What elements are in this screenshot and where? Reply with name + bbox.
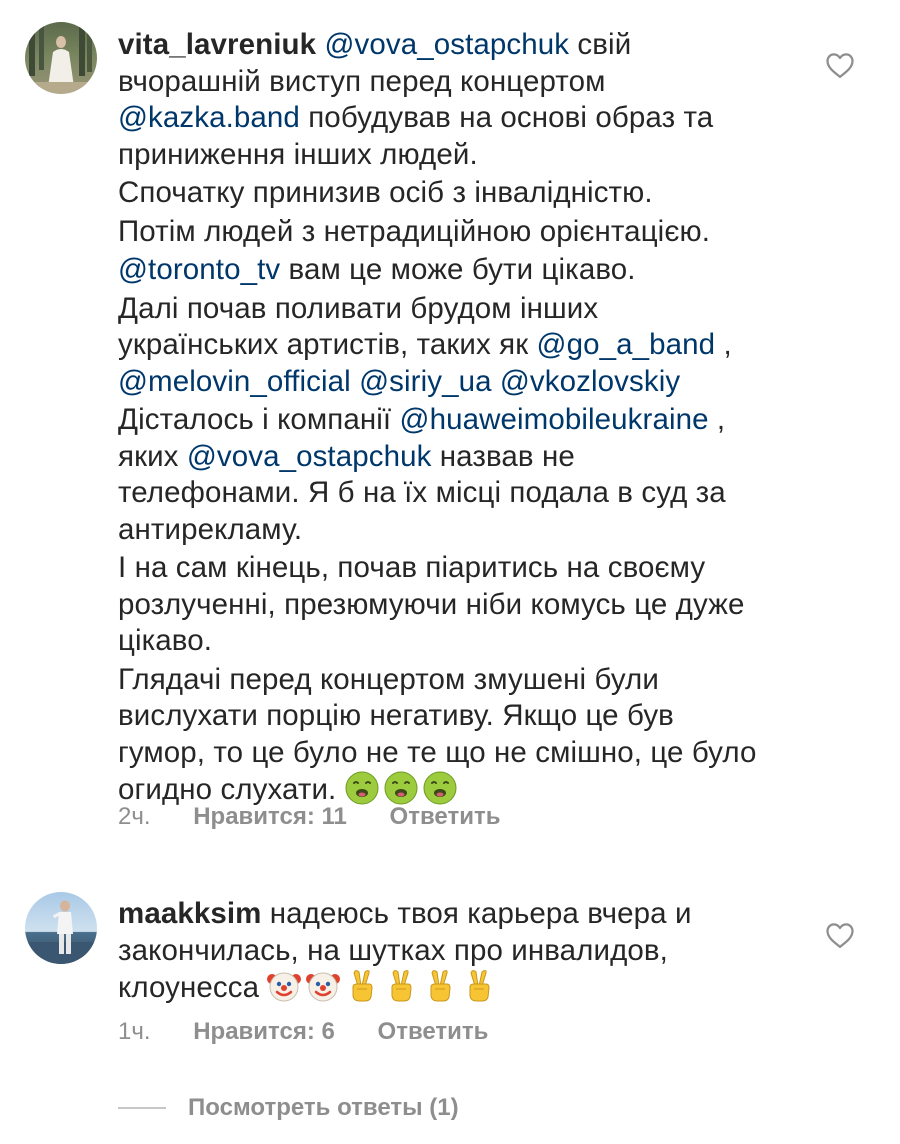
comment-text: vita_lavreniuk @vova_ostapchuk свій вчор… bbox=[118, 27, 758, 809]
comment-text-segment: Дісталось і компанії bbox=[118, 403, 400, 436]
username-link[interactable]: vita_lavreniuk bbox=[118, 28, 316, 61]
comment-text-segment: , bbox=[715, 328, 732, 361]
comment-text-segment: І на сам кінець, почав піаритись на своє… bbox=[118, 551, 745, 657]
reply-button[interactable]: Ответить bbox=[378, 1018, 489, 1046]
comment-text-segment bbox=[351, 365, 359, 398]
comment-text-segment: Далі почав поливати брудом інших українс… bbox=[118, 291, 599, 362]
mention-link[interactable]: @vova_ostapchuk bbox=[324, 28, 569, 61]
heart-outline-icon[interactable] bbox=[825, 921, 855, 949]
clown-face-icon bbox=[306, 969, 341, 1003]
nauseated-face-icon bbox=[423, 771, 457, 805]
view-replies-button[interactable]: Посмотреть ответы (1) bbox=[118, 1094, 459, 1122]
clown-face-icon bbox=[267, 969, 302, 1003]
comment-text-segment: Спочатку принизив осіб з інвалідністю. bbox=[118, 176, 653, 209]
victory-hand-icon bbox=[423, 969, 457, 1003]
comment-time: 1ч. bbox=[118, 1018, 151, 1045]
like-count-button[interactable]: Нравится: 11 bbox=[193, 803, 347, 831]
comment-text: maakksim надеюсь твоя карьера вчера и за… bbox=[118, 896, 728, 1007]
victory-hand-icon bbox=[345, 969, 379, 1003]
view-replies-label: Посмотреть ответы (1) bbox=[188, 1094, 459, 1121]
mention-link[interactable]: @toronto_tv bbox=[118, 253, 280, 286]
nauseated-face-icon bbox=[384, 771, 418, 805]
comment-text-segment bbox=[492, 365, 500, 398]
heart-outline-icon[interactable] bbox=[825, 51, 855, 79]
mention-link[interactable]: @go_a_band bbox=[537, 328, 716, 361]
mention-link[interactable]: @kazka.band bbox=[118, 101, 300, 134]
mention-link[interactable]: @huaweimobileukraine bbox=[400, 403, 709, 436]
victory-hand-icon bbox=[384, 969, 418, 1003]
mention-link[interactable]: @vkozlovskiy bbox=[500, 365, 680, 398]
like-count-button[interactable]: Нравится: 6 bbox=[193, 1018, 335, 1046]
comment-text-segment: Потім людей з нетрадиційною орієнтацією. bbox=[118, 214, 711, 248]
comment-time: 2ч. bbox=[118, 803, 151, 830]
divider-line bbox=[118, 1107, 166, 1109]
avatar[interactable] bbox=[25, 892, 97, 964]
nauseated-face-icon bbox=[345, 771, 379, 805]
comment-meta: 2ч. Нравится: 11 Ответить bbox=[118, 803, 500, 831]
mention-link[interactable]: @melovin_official bbox=[118, 365, 351, 398]
mention-link[interactable]: @vova_ostapchuk bbox=[187, 440, 432, 473]
avatar[interactable] bbox=[25, 22, 97, 94]
victory-hand-icon bbox=[462, 969, 496, 1003]
comment-text-segment: вам це може бути цікаво. bbox=[280, 253, 636, 286]
username-link[interactable]: maakksim bbox=[118, 897, 262, 930]
mention-link[interactable]: @siriy_ua bbox=[359, 365, 492, 398]
comment-meta: 1ч. Нравится: 6 Ответить bbox=[118, 1018, 488, 1046]
reply-button[interactable]: Ответить bbox=[390, 803, 501, 831]
